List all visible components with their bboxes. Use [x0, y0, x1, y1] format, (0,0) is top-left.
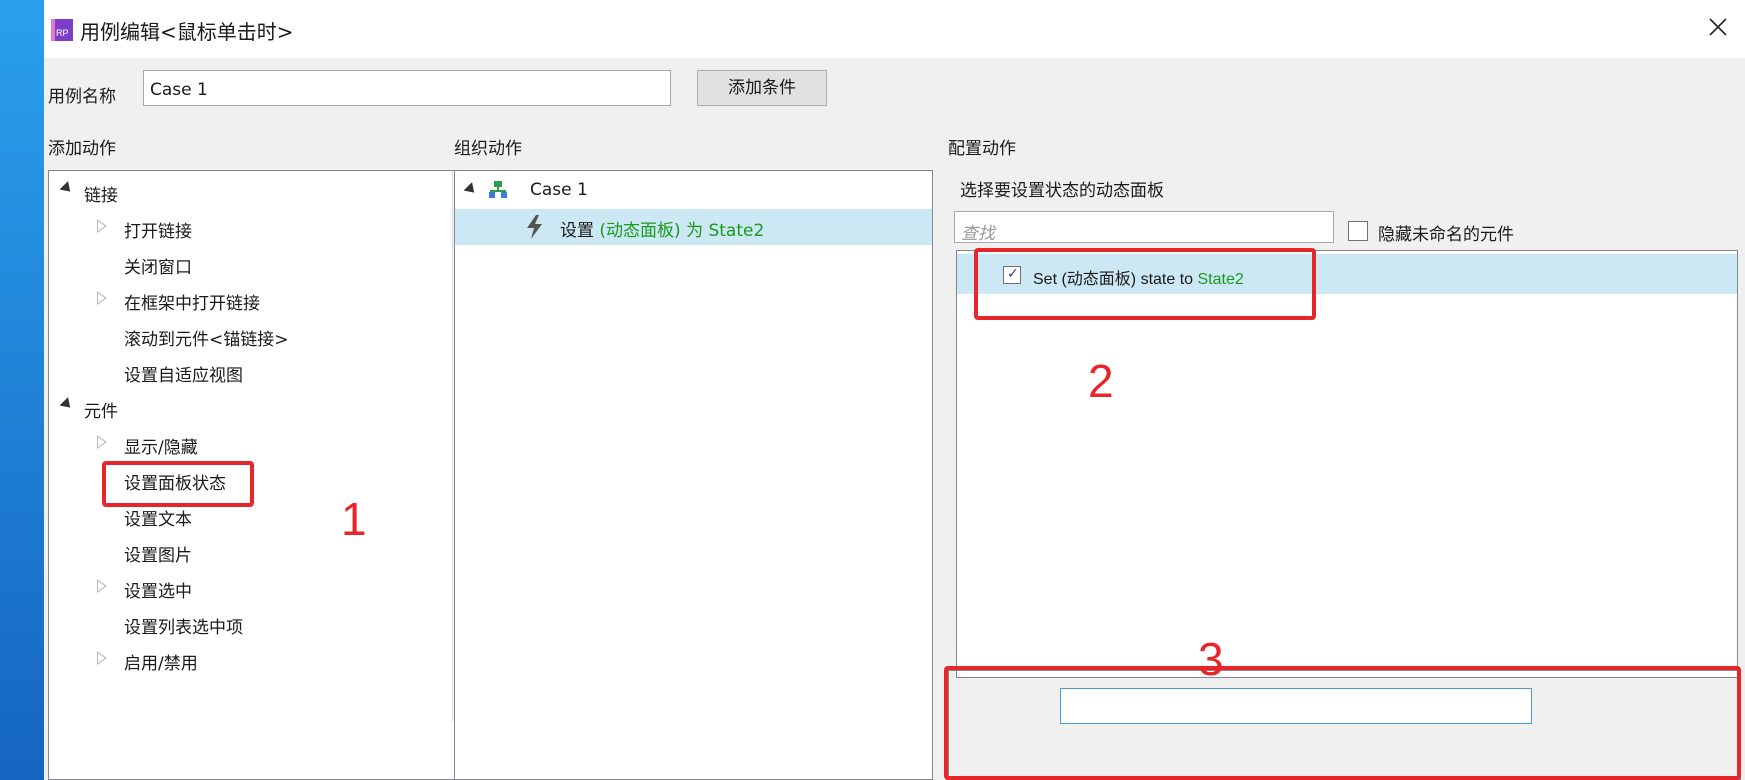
action-tree-label: 设置自适应视图 [124, 366, 243, 386]
collapse-icon[interactable] [97, 579, 107, 593]
collapse-icon[interactable] [97, 219, 107, 233]
action-tree-item[interactable]: 打开链接 [49, 214, 449, 244]
expand-icon[interactable] [463, 182, 479, 197]
collapse-icon[interactable] [97, 291, 107, 305]
desktop-edge [0, 0, 44, 780]
action-tree-item[interactable]: 元件 [49, 394, 449, 424]
case-editor-dialog: RP 用例编辑<鼠标单击时> 用例名称 Case 1 添加条件 添加动作 组织动… [44, 0, 1745, 780]
action-tree-item[interactable]: 链接 [49, 178, 449, 208]
action-tree-label: 链接 [84, 186, 118, 206]
action-tree-item[interactable]: 设置图片 [49, 538, 449, 568]
axure-rp-icon: RP [51, 19, 73, 41]
case-label: Case 1 [530, 180, 588, 200]
organize-actions-panel: Case 1 设置 (动态面板) 为 State2 [454, 170, 933, 780]
action-tree-item[interactable]: 滚动到元件<锚链接> [49, 322, 449, 352]
action-tree-item[interactable]: 启用/禁用 [49, 646, 449, 676]
action-tree-label: 设置文本 [124, 510, 192, 530]
action-node-set-panel-state[interactable]: 设置 (动态面板) 为 State2 [455, 209, 932, 245]
dialog-title: 用例编辑<鼠标单击时> [80, 20, 294, 44]
action-tree-item[interactable]: 显示/隐藏 [49, 430, 449, 460]
collapse-icon[interactable] [97, 651, 107, 665]
case-icon [489, 181, 507, 198]
title-bar: RP 用例编辑<鼠标单击时> [44, 0, 1745, 58]
action-tree-label: 滚动到元件<锚链接> [124, 330, 289, 350]
case-name-label: 用例名称 [48, 87, 116, 107]
case-name-input[interactable]: Case 1 [143, 70, 671, 106]
collapse-icon[interactable] [97, 435, 107, 449]
action-tree-item[interactable]: 设置选中 [49, 574, 449, 604]
action-tree-item[interactable]: 关闭窗口 [49, 250, 449, 280]
action-tree-label: 显示/隐藏 [124, 438, 198, 458]
organize-actions-heading: 组织动作 [454, 139, 522, 159]
action-tree-label: 在框架中打开链接 [124, 294, 260, 314]
action-tree-label: 元件 [84, 402, 118, 422]
expand-icon[interactable] [59, 397, 75, 412]
close-icon[interactable] [1703, 12, 1733, 42]
annotation-number-2: 2 [1088, 355, 1114, 407]
action-tree-label: 关闭窗口 [124, 258, 192, 278]
annotation-number-1: 1 [341, 493, 367, 545]
action-tree-item[interactable]: 设置列表选中项 [49, 610, 449, 640]
action-tree-label: 设置选中 [124, 582, 192, 602]
action-tree-label: 启用/禁用 [124, 654, 198, 674]
expand-icon[interactable] [59, 181, 75, 196]
add-condition-button[interactable]: 添加条件 [697, 70, 827, 106]
case-node[interactable]: Case 1 [455, 171, 932, 209]
annotation-box-3 [944, 666, 1741, 780]
action-tree-label: 设置图片 [124, 546, 192, 566]
lightning-icon [527, 215, 542, 239]
action-tree-item[interactable]: 设置自适应视图 [49, 358, 449, 388]
annotation-box-1 [102, 461, 254, 507]
action-tree-item[interactable]: 在框架中打开链接 [49, 286, 449, 316]
annotation-box-2 [974, 248, 1316, 320]
add-actions-heading: 添加动作 [48, 139, 116, 159]
configure-actions-heading: 配置动作 [948, 139, 1016, 159]
annotation-number-3: 3 [1198, 633, 1224, 685]
action-tree-label: 设置列表选中项 [124, 618, 243, 638]
action-tree-label: 打开链接 [124, 222, 192, 242]
